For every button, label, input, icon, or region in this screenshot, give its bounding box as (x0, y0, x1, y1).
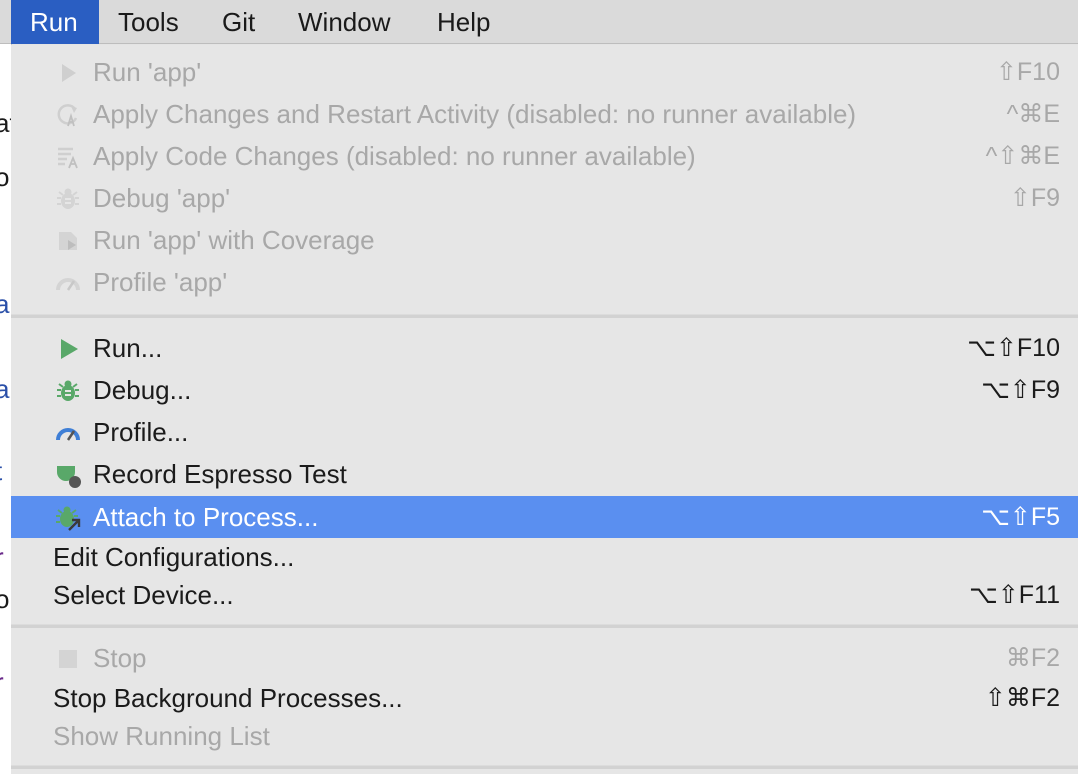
menu-item-label: Run 'app' with Coverage (93, 225, 375, 255)
menu-item-shortcut: ⌥⇧F5 (981, 503, 1060, 531)
menu-item-edit-configurations[interactable]: Edit Configurations... (11, 536, 1078, 578)
menu-item-record-espresso-test[interactable]: Record Espresso Test (11, 453, 1078, 495)
menu-item-label: Attach to Process... (93, 502, 319, 532)
menu-separator (11, 624, 1078, 628)
menu-item-run[interactable]: Run... ⌥⇧F10 (11, 327, 1078, 369)
menu-item-profile[interactable]: Profile... (11, 411, 1078, 453)
menubar-help[interactable]: Help (418, 0, 509, 44)
debug-bug-icon (57, 188, 79, 209)
menu-item-label: Profile... (93, 417, 189, 447)
menu-item-label: Apply Changes and Restart Activity (disa… (93, 99, 857, 129)
menu-item-label: Profile 'app' (93, 267, 228, 297)
coverage-icon (59, 232, 77, 250)
attach-process-icon (56, 506, 81, 531)
menu-item-debug-app[interactable]: Debug 'app' ⇧F9 (11, 177, 1078, 219)
menu-item-stop[interactable]: Stop ⌘F2 (11, 637, 1078, 679)
menu-item-label: Stop Background Processes... (53, 683, 403, 713)
menu-item-label: Apply Code Changes (disabled: no runner … (93, 141, 696, 171)
menu-item-shortcut: ⌘F2 (1005, 644, 1060, 672)
menu-item-shortcut: ⌥⇧F9 (981, 376, 1060, 404)
menu-item-label: Debug... (93, 375, 192, 405)
menu-item-shortcut: ⇧F9 (1009, 184, 1060, 212)
menu-item-run-app[interactable]: Run 'app' ⇧F10 (11, 51, 1078, 93)
menu-item-label: Select Device... (53, 580, 234, 610)
menu-item-apply-changes-restart[interactable]: Apply Changes and Restart Activity (disa… (11, 93, 1078, 135)
menu-item-label: Record Espresso Test (93, 459, 347, 489)
apply-changes-icon (57, 104, 78, 127)
menu-separator (11, 765, 1078, 769)
menu-item-shortcut: ⇧⌘F2 (984, 684, 1060, 712)
stop-icon (59, 650, 77, 668)
menu-item-label: Run 'app' (93, 57, 202, 87)
menubar-git[interactable]: Git (203, 0, 274, 44)
apply-code-changes-icon (58, 147, 78, 169)
run-icon (61, 339, 78, 359)
debug-bug-icon (57, 380, 79, 401)
menu-item-apply-code-changes[interactable]: Apply Code Changes (disabled: no runner … (11, 135, 1078, 177)
menu-item-label: Run... (93, 333, 163, 363)
menu-bar: Run Tools Git Window Help (0, 0, 1078, 44)
menu-item-label: Debug 'app' (93, 183, 231, 213)
menu-item-shortcut: ⌥⇧F11 (969, 581, 1060, 609)
menu-item-shortcut: ^⌘E (1006, 100, 1060, 128)
menu-item-stop-background-processes[interactable]: Stop Background Processes... ⇧⌘F2 (11, 677, 1078, 719)
menu-item-shortcut: ⇧F10 (995, 58, 1060, 86)
menubar-run[interactable]: Run (11, 0, 99, 44)
menu-item-shortcut: ^⇧⌘E (985, 142, 1060, 170)
menu-separator (11, 314, 1078, 318)
menu-item-run-with-coverage[interactable]: Run 'app' with Coverage (11, 219, 1078, 261)
menu-item-label: Stop (93, 643, 147, 673)
menu-item-profile-app[interactable]: Profile 'app' (11, 261, 1078, 303)
espresso-icon (57, 466, 81, 488)
profile-gauge-icon (56, 278, 80, 291)
menu-item-show-running-list[interactable]: Show Running List (11, 715, 1078, 757)
menu-item-shortcut: ⌥⇧F10 (967, 334, 1060, 362)
menu-item-attach-to-process[interactable]: Attach to Process... ⌥⇧F5 (11, 496, 1078, 538)
menu-item-label: Show Running List (53, 721, 270, 751)
menubar-tools[interactable]: Tools (99, 0, 198, 44)
run-menu-dropdown: Run 'app' ⇧F10 Apply Changes and Restart… (11, 45, 1078, 774)
menu-item-select-device[interactable]: Select Device... ⌥⇧F11 (11, 574, 1078, 616)
menu-item-debug[interactable]: Debug... ⌥⇧F9 (11, 369, 1078, 411)
menu-item-label: Edit Configurations... (53, 542, 295, 572)
run-icon (62, 64, 76, 82)
menubar-window[interactable]: Window (279, 0, 409, 44)
profile-gauge-icon (56, 428, 80, 441)
